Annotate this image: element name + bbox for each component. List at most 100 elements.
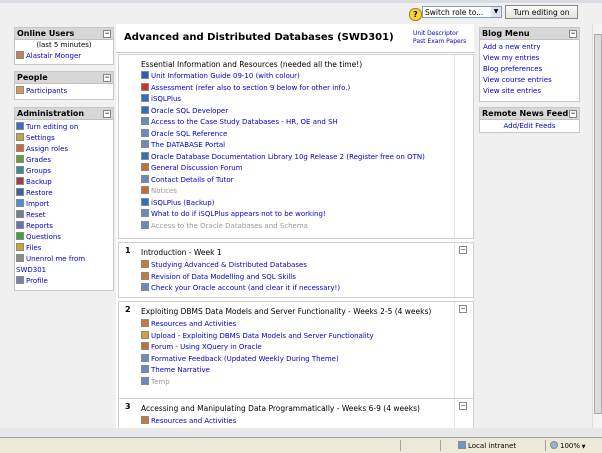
activity-link[interactable]: Notices xyxy=(151,187,177,195)
activity-item[interactable]: Access to the Case Study Databases - HR,… xyxy=(141,117,461,129)
admin-item-label[interactable]: Reports xyxy=(26,222,53,230)
admin-item-label[interactable]: Restore xyxy=(26,189,53,197)
scrollbar-thumb[interactable] xyxy=(594,34,602,414)
collapse-icon[interactable]: − xyxy=(569,110,577,118)
online-user-name[interactable]: Alastair Monger xyxy=(26,52,81,60)
activity-item[interactable]: Theme Narrative xyxy=(141,365,461,377)
horizontal-scrollbar[interactable] xyxy=(0,428,602,437)
activity-link[interactable]: Access to the Oracle Databases and Schem… xyxy=(151,222,308,230)
help-icon[interactable]: ? xyxy=(409,8,422,21)
collapse-icon[interactable]: − xyxy=(103,74,111,82)
collapse-icon[interactable]: − xyxy=(103,30,111,38)
blog-menu-item[interactable]: View site entries xyxy=(483,86,579,97)
activity-item[interactable]: iSQLPlus xyxy=(141,94,461,106)
activity-link[interactable]: Check your Oracle account (and clear it … xyxy=(151,284,340,292)
section-collapse-icon[interactable]: − xyxy=(459,402,467,410)
section-collapse-icon[interactable]: − xyxy=(459,305,467,313)
admin-item-label[interactable]: Reset xyxy=(26,211,46,219)
admin-item[interactable]: Import xyxy=(16,199,113,210)
admin-item[interactable]: Groups xyxy=(16,166,113,177)
activity-item[interactable]: General Discussion Forum xyxy=(141,163,461,175)
past-exam-papers-link[interactable]: Past Exam Papers xyxy=(413,38,466,46)
online-user-item[interactable]: Alastair Monger xyxy=(15,51,113,62)
activity-item[interactable]: Resources and Activities xyxy=(141,416,461,428)
activity-item[interactable]: Oracle SQL Developer xyxy=(141,105,461,118)
admin-item[interactable]: Reset xyxy=(16,210,113,221)
activity-link[interactable]: Upload - Exploiting DBMS Data Models and… xyxy=(151,332,374,340)
activity-link[interactable]: Resources and Activities xyxy=(151,417,236,425)
vertical-scrollbar[interactable] xyxy=(592,24,602,428)
collapse-icon[interactable]: − xyxy=(103,110,111,118)
blog-menu-item[interactable]: View my entries xyxy=(483,53,579,64)
activity-link[interactable]: Formative Feedback (Updated Weekly Durin… xyxy=(151,355,339,363)
activity-item[interactable]: Oracle Database Documentation Library 10… xyxy=(141,151,461,164)
blog-menu-item[interactable]: View course entries xyxy=(483,75,579,86)
admin-item-label[interactable]: Settings xyxy=(26,134,55,142)
activity-item[interactable]: iSQLPlus (Backup) xyxy=(141,197,461,210)
activity-item[interactable]: The DATABASE Portal xyxy=(141,140,461,152)
activity-link[interactable]: Assessment (refer also to section 9 belo… xyxy=(151,84,350,92)
admin-item-label[interactable]: Questions xyxy=(26,233,61,241)
activity-item[interactable]: Oracle SQL Reference xyxy=(141,128,461,141)
admin-item[interactable]: Grades xyxy=(16,155,113,166)
blog-menu-item[interactable]: Blog preferences xyxy=(483,64,579,75)
unit-descriptor-link[interactable]: Unit Descriptor xyxy=(413,30,466,38)
admin-item[interactable]: Reports xyxy=(16,221,113,232)
activity-link[interactable]: Theme Narrative xyxy=(151,366,210,374)
activity-item[interactable]: Unit Information Guide 09-10 (with colou… xyxy=(141,71,461,83)
activity-item[interactable]: Access to the Oracle Databases and Schem… xyxy=(141,220,461,233)
activity-item[interactable]: Forum - Using XQuery in Oracle xyxy=(141,342,461,354)
admin-item-label[interactable]: Grades xyxy=(26,156,51,164)
zoom-control[interactable]: 100% ▼ xyxy=(550,441,585,450)
chevron-down-icon[interactable]: ▼ xyxy=(491,7,501,17)
activity-item[interactable]: Studying Advanced & Distributed Database… xyxy=(141,260,461,272)
admin-item-label[interactable]: Groups xyxy=(26,167,51,175)
switch-role-select[interactable]: Switch role to... ▼ xyxy=(422,6,502,18)
admin-item[interactable]: Settings xyxy=(16,133,113,144)
activity-link[interactable]: Oracle SQL Developer xyxy=(151,107,228,115)
activity-item[interactable]: Temp xyxy=(141,376,461,389)
collapse-icon[interactable]: − xyxy=(569,30,577,38)
activity-item[interactable]: Revision of Data Modelling and SQL Skill… xyxy=(141,271,461,284)
activity-link[interactable]: General Discussion Forum xyxy=(151,164,242,172)
admin-item[interactable]: Turn editing on xyxy=(16,122,113,133)
admin-item[interactable]: Assign roles xyxy=(16,144,113,155)
activity-item[interactable]: Contact Details of Tutor xyxy=(141,174,461,187)
activity-link[interactable]: Revision of Data Modelling and SQL Skill… xyxy=(151,273,296,281)
activity-link[interactable]: What to do if iSQLPlus appears not to be… xyxy=(151,210,326,218)
activity-item[interactable]: Assessment (refer also to section 9 belo… xyxy=(141,82,461,95)
section-collapse-icon[interactable]: − xyxy=(459,246,467,254)
activity-link[interactable]: Oracle Database Documentation Library 10… xyxy=(151,153,425,161)
participants-link[interactable]: Participants xyxy=(26,87,67,95)
admin-item-label[interactable]: Turn editing on xyxy=(26,123,78,131)
admin-item-label[interactable]: Files xyxy=(26,244,41,252)
admin-item[interactable]: Restore xyxy=(16,188,113,199)
activity-item[interactable]: Check your Oracle account (and clear it … xyxy=(141,283,461,295)
admin-item[interactable]: Profile xyxy=(16,276,113,287)
activity-link[interactable]: iSQLPlus (Backup) xyxy=(151,199,214,207)
activity-link[interactable]: Resources and Activities xyxy=(151,320,236,328)
admin-item[interactable]: SWD301 xyxy=(16,265,113,276)
admin-item-label[interactable]: Profile xyxy=(26,277,48,285)
activity-link[interactable]: Access to the Case Study Databases - HR,… xyxy=(151,118,338,126)
admin-item[interactable]: Backup xyxy=(16,177,113,188)
turn-editing-on-button[interactable]: Turn editing on xyxy=(505,5,578,19)
admin-item[interactable]: Files xyxy=(16,243,113,254)
activity-link[interactable]: Unit Information Guide 09-10 (with colou… xyxy=(151,72,300,80)
admin-item-label[interactable]: Import xyxy=(26,200,49,208)
activity-item[interactable]: Notices xyxy=(141,186,461,198)
admin-item-label[interactable]: SWD301 xyxy=(16,266,46,274)
activity-link[interactable]: Temp xyxy=(151,378,170,386)
activity-item[interactable]: What to do if iSQLPlus appears not to be… xyxy=(141,209,461,221)
admin-item[interactable]: Unenrol me from xyxy=(16,254,113,265)
activity-item[interactable]: Resources and Activities xyxy=(141,319,461,331)
people-item-participants[interactable]: Participants xyxy=(15,86,113,97)
admin-item[interactable]: Questions xyxy=(16,232,113,243)
activity-link[interactable]: Forum - Using XQuery in Oracle xyxy=(151,343,262,351)
activity-item[interactable]: Formative Feedback (Updated Weekly Durin… xyxy=(141,353,461,366)
activity-link[interactable]: The DATABASE Portal xyxy=(151,141,225,149)
blog-menu-item[interactable]: Add a new entry xyxy=(483,42,579,53)
activity-link[interactable]: Contact Details of Tutor xyxy=(151,176,233,184)
activity-link[interactable]: Oracle SQL Reference xyxy=(151,130,227,138)
activity-link[interactable]: Studying Advanced & Distributed Database… xyxy=(151,261,307,269)
